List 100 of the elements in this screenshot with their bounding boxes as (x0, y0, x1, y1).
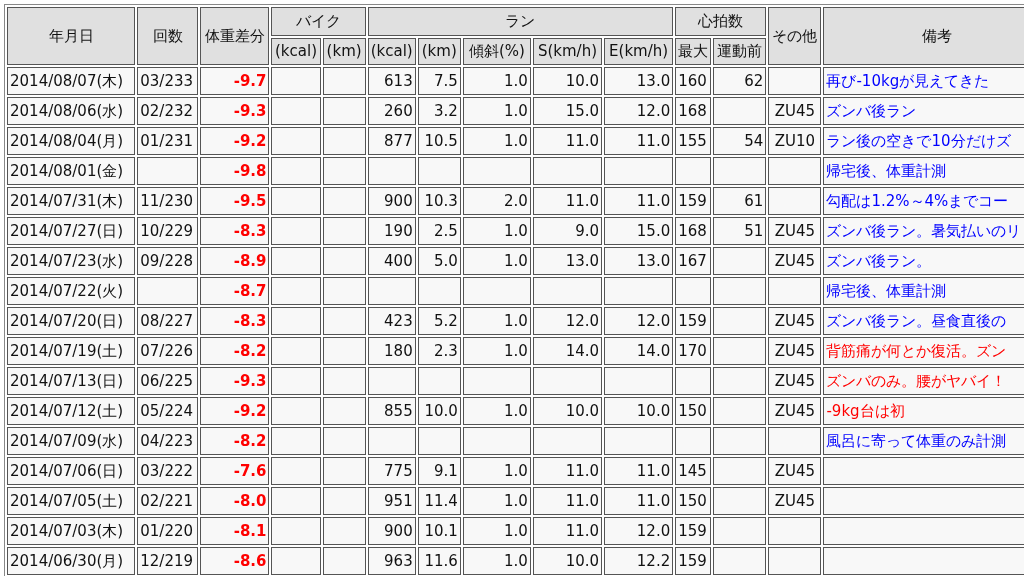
incline-cell: 1.0 (462, 127, 531, 155)
run-km-cell: 2.5 (417, 217, 461, 245)
start-speed-cell: 13.0 (532, 247, 603, 275)
incline-cell: 1.0 (462, 517, 531, 545)
weight-diff-cell: -8.2 (200, 427, 270, 455)
other-cell: ZU10 (768, 127, 822, 155)
column-header: (kcal) (271, 38, 321, 65)
note-cell: ズンバ後ラン。 (823, 247, 1024, 275)
weight-diff-cell: -8.0 (200, 487, 270, 515)
run-kcal-cell: 877 (367, 127, 416, 155)
column-header: 年月日 (7, 7, 136, 65)
run-km-cell: 10.5 (417, 127, 461, 155)
weight-diff-cell: -8.3 (200, 307, 270, 335)
count-cell: 03/233 (137, 67, 199, 95)
start-speed-cell: 10.0 (532, 397, 603, 425)
weight-diff-cell: -8.1 (200, 517, 270, 545)
column-header: E(km/h) (604, 38, 674, 65)
note-cell: 勾配は1.2%～4%までコー (823, 187, 1024, 215)
start-speed-cell: 11.0 (532, 187, 603, 215)
incline-cell: 1.0 (462, 547, 531, 575)
max-heart-rate-cell: 159 (675, 517, 712, 545)
incline-cell: 2.0 (462, 187, 531, 215)
weight-diff-cell: -9.8 (200, 157, 270, 185)
end-speed-cell: 11.0 (604, 487, 674, 515)
max-heart-rate-cell: 167 (675, 247, 712, 275)
column-group-header: 心拍数 (675, 7, 767, 36)
weight-diff-cell: -8.7 (200, 277, 270, 305)
column-header: 備考 (823, 7, 1024, 65)
end-speed-cell: 11.0 (604, 187, 674, 215)
incline-cell: 1.0 (462, 487, 531, 515)
date-cell: 2014/07/03(木) (7, 517, 136, 545)
count-cell: 12/219 (137, 547, 199, 575)
start-speed-cell: 12.0 (532, 307, 603, 335)
run-kcal-cell: 951 (367, 487, 416, 515)
start-speed-cell: 11.0 (532, 487, 603, 515)
incline-cell: 1.0 (462, 67, 531, 95)
weight-diff-cell: -9.5 (200, 187, 270, 215)
run-kcal-cell: 963 (367, 547, 416, 575)
date-cell: 2014/07/27(日) (7, 217, 136, 245)
end-speed-cell: 13.0 (604, 67, 674, 95)
end-speed-cell: 12.0 (604, 517, 674, 545)
other-cell: ZU45 (768, 487, 822, 515)
note-cell: 帰宅後、体重計測 (823, 157, 1024, 185)
date-cell: 2014/07/23(水) (7, 247, 136, 275)
run-km-cell: 2.3 (417, 337, 461, 365)
other-cell: ZU45 (768, 217, 822, 245)
start-speed-cell: 11.0 (532, 457, 603, 485)
date-cell: 2014/07/19(土) (7, 337, 136, 365)
column-header: (kcal) (367, 38, 416, 65)
count-cell: 05/224 (137, 397, 199, 425)
date-cell: 2014/07/22(火) (7, 277, 136, 305)
run-km-cell: 9.1 (417, 457, 461, 485)
column-header: 回数 (137, 7, 199, 65)
count-cell: 01/231 (137, 127, 199, 155)
note-cell: ズンバ後ラン (823, 97, 1024, 125)
count-cell: 01/220 (137, 517, 199, 545)
weight-diff-cell: -9.2 (200, 397, 270, 425)
resting-heart-rate-cell: 61 (713, 187, 767, 215)
run-kcal-cell: 260 (367, 97, 416, 125)
note-cell: 風呂に寄って体重のみ計測 (823, 427, 1024, 455)
date-cell: 2014/07/06(日) (7, 457, 136, 485)
max-heart-rate-cell: 159 (675, 187, 712, 215)
count-cell: 09/228 (137, 247, 199, 275)
count-cell: 06/225 (137, 367, 199, 395)
run-kcal-cell: 855 (367, 397, 416, 425)
date-cell: 2014/08/06(水) (7, 97, 136, 125)
weight-diff-cell: -7.6 (200, 457, 270, 485)
weight-diff-cell: -9.7 (200, 67, 270, 95)
run-kcal-cell: 613 (367, 67, 416, 95)
column-header: 運動前 (713, 38, 767, 65)
other-cell: ZU45 (768, 247, 822, 275)
column-group-header: ラン (367, 7, 674, 36)
note-cell: 背筋痛が何とか復活。ズン (823, 337, 1024, 365)
end-speed-cell: 13.0 (604, 247, 674, 275)
other-cell: ZU45 (768, 397, 822, 425)
start-speed-cell: 10.0 (532, 67, 603, 95)
weight-diff-cell: -8.3 (200, 217, 270, 245)
incline-cell: 1.0 (462, 397, 531, 425)
weight-diff-cell: -8.9 (200, 247, 270, 275)
count-cell: 11/230 (137, 187, 199, 215)
column-header: 体重差分 (200, 7, 270, 65)
run-kcal-cell: 400 (367, 247, 416, 275)
end-speed-cell: 11.0 (604, 457, 674, 485)
incline-cell: 1.0 (462, 97, 531, 125)
run-km-cell: 5.0 (417, 247, 461, 275)
other-cell: ZU45 (768, 337, 822, 365)
date-cell: 2014/07/09(水) (7, 427, 136, 455)
note-cell: 帰宅後、体重計測 (823, 277, 1024, 305)
incline-cell: 1.0 (462, 307, 531, 335)
run-km-cell: 10.1 (417, 517, 461, 545)
run-kcal-cell: 423 (367, 307, 416, 335)
other-cell: ZU45 (768, 307, 822, 335)
max-heart-rate-cell: 159 (675, 307, 712, 335)
date-cell: 2014/07/20(日) (7, 307, 136, 335)
start-speed-cell: 11.0 (532, 127, 603, 155)
end-speed-cell: 10.0 (604, 397, 674, 425)
run-kcal-cell: 775 (367, 457, 416, 485)
incline-cell: 1.0 (462, 217, 531, 245)
count-cell: 10/229 (137, 217, 199, 245)
end-speed-cell: 12.2 (604, 547, 674, 575)
